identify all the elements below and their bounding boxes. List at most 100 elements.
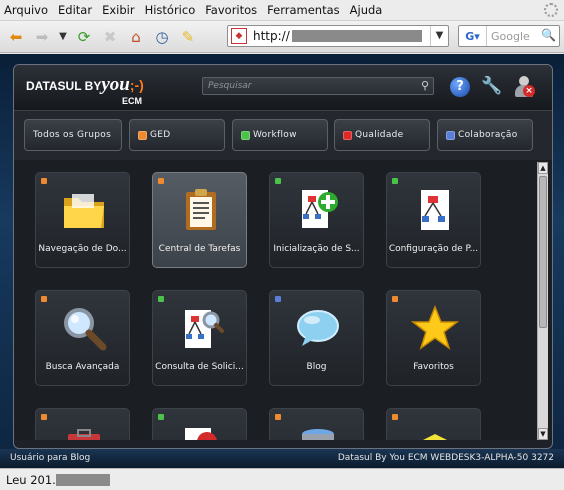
group-dot-icon [41, 414, 47, 420]
forward-button[interactable]: ➡ [30, 25, 54, 49]
datasul-logo: DATASUL BYyou;-) ECM [26, 74, 144, 106]
group-dot-icon [158, 414, 164, 420]
tile-row3-2[interactable] [152, 408, 247, 440]
history-clock-icon[interactable]: ◷ [150, 25, 174, 49]
back-button[interactable]: ⬅ [4, 25, 28, 49]
app-search-icon[interactable]: ⚲ [421, 79, 429, 92]
url-bar[interactable]: ◆ http:// ▼ [227, 25, 449, 47]
box-icon [423, 434, 447, 440]
app-footer: Usuário para Blog Datasul By You ECM WEB… [0, 449, 564, 468]
tiles-scrollbar[interactable]: ▲ ▼ [537, 162, 548, 440]
group-dot-icon [275, 414, 281, 420]
tab-colaboracao[interactable]: Colaboração [437, 119, 533, 151]
site-favicon-icon: ◆ [231, 28, 247, 44]
stop-sign-icon [185, 428, 217, 440]
speech-bubble-icon [297, 310, 339, 346]
history-dropdown-icon[interactable]: ▼ [56, 25, 70, 49]
tile-label: Favoritos [413, 362, 454, 372]
app-search-placeholder: Pesquisar [208, 81, 252, 91]
workflow-search-icon [185, 310, 224, 348]
tile-consulta-solicitacoes[interactable]: Consulta de Solici... [152, 290, 247, 386]
tools-wrench-icon[interactable]: 🔧 [481, 76, 502, 96]
tiles-area: Navegação de Do... Central de Tarefas In… [14, 160, 552, 440]
group-dot-icon [392, 178, 398, 184]
group-dot-icon [392, 296, 398, 302]
menu-favoritos[interactable]: Favoritos [205, 3, 257, 17]
browser-status-bar: Leu 201. [0, 468, 564, 490]
tile-row3-4[interactable] [386, 408, 481, 440]
scroll-up-icon[interactable]: ▲ [538, 162, 548, 174]
database-icon [302, 429, 334, 440]
group-dot-icon [275, 296, 281, 302]
tile-navegacao-documentos[interactable]: Navegação de Do... [35, 172, 130, 268]
tab-todos-os-grupos[interactable]: Todos os Grupos [24, 119, 122, 151]
url-redacted [291, 30, 422, 42]
help-icon[interactable]: ? [450, 77, 470, 97]
workflow-config-icon [421, 190, 449, 230]
menu-ajuda[interactable]: Ajuda [350, 3, 383, 17]
ged-color-icon [138, 130, 147, 140]
tile-label: Central de Tarefas [158, 244, 241, 254]
tile-busca-avancada[interactable]: Busca Avançada [35, 290, 130, 386]
group-dot-icon [41, 296, 47, 302]
app-header: DATASUL BYyou;-) ECM Pesquisar ⚲ ? 🔧 × [14, 65, 552, 110]
scrollbar-thumb[interactable] [539, 176, 547, 328]
search-icon[interactable]: 🔍 [541, 28, 556, 42]
ecm-panel: DATASUL BYyou;-) ECM Pesquisar ⚲ ? 🔧 × T… [13, 64, 553, 449]
star-icon [411, 304, 459, 350]
group-dot-icon [275, 178, 281, 184]
magnifier-icon [64, 308, 107, 351]
status-text: Leu 201. [6, 473, 110, 487]
bookmark-star-icon[interactable]: ✎ [176, 25, 200, 49]
toolbox-icon [68, 429, 100, 440]
browser-menu-bar: Arquivo Editar Exibir Histórico Favorito… [0, 0, 564, 21]
tile-label: Inicialização de S... [273, 244, 360, 254]
tile-row3-1[interactable] [35, 408, 130, 440]
tile-central-de-tarefas[interactable]: Central de Tarefas [152, 172, 247, 268]
menu-arquivo[interactable]: Arquivo [4, 3, 48, 17]
group-dot-icon [392, 414, 398, 420]
tab-ged[interactable]: GED [129, 119, 225, 151]
folder-icon [64, 194, 104, 228]
tile-label: Consulta de Solici... [155, 362, 244, 372]
loading-spinner-icon [544, 3, 558, 17]
scroll-down-icon[interactable]: ▼ [538, 428, 548, 440]
group-dot-icon [41, 178, 47, 184]
home-button[interactable]: ⌂ [124, 25, 148, 49]
clipboard-icon [186, 189, 216, 230]
tile-row3-3[interactable] [269, 408, 364, 440]
app-search-input[interactable]: Pesquisar ⚲ [202, 77, 434, 95]
menu-editar[interactable]: Editar [58, 3, 92, 17]
reload-button[interactable]: ⟳ [72, 25, 96, 49]
tab-workflow[interactable]: Workflow [232, 119, 328, 151]
search-engine-icon[interactable]: G ▾ [459, 26, 487, 46]
group-tabs: Todos os Grupos GED Workflow Qualidade C… [14, 110, 552, 160]
qualidade-color-icon [343, 130, 352, 140]
footer-info: Datasul By You ECM WEBDESK3-ALPHA-50 327… [337, 453, 554, 463]
tile-configuracao-processo[interactable]: Configuração de P... [386, 172, 481, 268]
tab-qualidade[interactable]: Qualidade [334, 119, 430, 151]
colaboracao-color-icon [446, 130, 455, 140]
tile-label: Blog [306, 362, 327, 372]
logout-user-icon[interactable]: × [513, 75, 535, 99]
workflow-color-icon [241, 130, 250, 140]
menu-ferramentas[interactable]: Ferramentas [267, 3, 339, 17]
stop-button[interactable]: ✖ [98, 25, 122, 49]
tile-label: Navegação de Do... [38, 244, 127, 254]
url-dropdown-icon[interactable]: ▼ [430, 26, 448, 46]
tile-label: Busca Avançada [45, 362, 120, 372]
tile-favoritos[interactable]: Favoritos [386, 290, 481, 386]
workflow-add-icon [302, 190, 338, 228]
tile-inicializacao-solicitacao[interactable]: Inicialização de S... [269, 172, 364, 268]
browser-toolbar: ⬅ ➡ ▼ ⟳ ✖ ⌂ ◷ ✎ ◆ http:// ▼ G ▾ Google 🔍 [0, 21, 564, 53]
menu-historico[interactable]: Histórico [145, 3, 196, 17]
browser-search-placeholder: Google [491, 29, 530, 43]
group-dot-icon [158, 178, 164, 184]
menu-exibir[interactable]: Exibir [102, 3, 135, 17]
status-redacted [55, 474, 110, 486]
tile-blog[interactable]: Blog [269, 290, 364, 386]
url-text: http:// [253, 29, 290, 43]
footer-user: Usuário para Blog [10, 453, 91, 463]
group-dot-icon [158, 296, 164, 302]
browser-search-box[interactable]: G ▾ Google 🔍 [458, 25, 560, 47]
